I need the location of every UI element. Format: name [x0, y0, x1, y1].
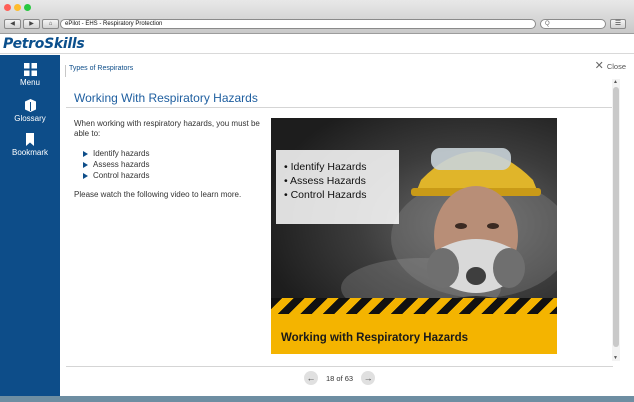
petroskills-logo: PetroSkills — [3, 36, 85, 52]
sidebar: Menu Glossary Bookmark — [0, 55, 60, 396]
lesson-text: When working with respiratory hazards, y… — [74, 119, 264, 200]
sidebar-item-bookmark[interactable]: Bookmark — [0, 133, 60, 157]
close-icon: ✕ — [594, 60, 604, 72]
hazard-list: Identify hazards Assess hazards Control … — [82, 148, 264, 181]
page-title: Working With Respiratory Hazards — [74, 91, 258, 105]
close-label: Close — [606, 61, 626, 71]
content-scrollbar[interactable]: ▲ ▼ — [612, 79, 620, 361]
close-window-button[interactable] — [4, 4, 11, 11]
maximize-window-button[interactable] — [24, 4, 31, 11]
address-bar[interactable]: ePilot - EHS - Respiratory Protection — [60, 19, 536, 29]
list-item: Assess hazards — [82, 159, 264, 170]
previous-page-button[interactable]: ← — [304, 371, 318, 385]
main-content: Types of Respirators ✕ Close Working Wit… — [60, 55, 634, 396]
back-button[interactable]: ◀ — [4, 19, 21, 29]
list-item: Identify hazards — [82, 148, 264, 159]
home-button[interactable]: ⌂ — [42, 19, 59, 29]
window-controls — [4, 4, 31, 11]
overlay-bullet: Identify Hazards — [284, 160, 399, 174]
pager: ← 18 of 63 → — [304, 371, 376, 385]
sidebar-item-label: Bookmark — [11, 148, 48, 157]
browser-nav: ◀ ▶ — [4, 19, 40, 29]
scroll-thumb[interactable] — [613, 87, 619, 347]
outro-text: Please watch the following video to lear… — [74, 190, 242, 199]
bookmark-icon — [26, 133, 34, 146]
scroll-down-icon[interactable]: ▼ — [613, 355, 618, 361]
page-counter: 18 of 63 — [326, 373, 354, 383]
scroll-up-icon[interactable]: ▲ — [613, 79, 618, 85]
sidebar-item-glossary[interactable]: Glossary — [0, 99, 60, 123]
minimize-window-button[interactable] — [14, 4, 21, 11]
breadcrumb[interactable]: Types of Respirators — [65, 65, 133, 77]
video-caption-bar: Working with Respiratory Hazards — [271, 298, 557, 354]
browser-chrome: ◀ ▶ ⌂ ePilot - EHS - Respiratory Protect… — [0, 0, 634, 34]
sidebar-item-menu[interactable]: Menu — [0, 63, 60, 87]
book-icon — [24, 99, 36, 112]
video-overlay-text: Identify Hazards Assess Hazards Control … — [276, 150, 399, 224]
desktop-background — [0, 396, 634, 402]
video-caption: Working with Respiratory Hazards — [281, 332, 469, 344]
overlay-bullet: Assess Hazards — [284, 174, 399, 188]
sidebar-item-label: Glossary — [14, 114, 46, 123]
intro-text: When working with respiratory hazards, y… — [74, 119, 260, 138]
browser-search-input[interactable]: Q — [540, 19, 606, 29]
list-item: Control hazards — [82, 170, 264, 181]
forward-button[interactable]: ▶ — [23, 19, 40, 29]
overlay-bullet: Control Hazards — [284, 188, 399, 202]
next-page-button[interactable]: → — [361, 371, 376, 385]
hazard-stripe — [271, 298, 557, 314]
close-button[interactable]: ✕ Close — [594, 60, 626, 72]
app-window: ◀ ▶ ⌂ ePilot - EHS - Respiratory Protect… — [0, 0, 634, 396]
title-divider — [66, 107, 613, 108]
grid-icon — [23, 63, 37, 76]
browser-menu-icon[interactable]: ☰ — [610, 19, 626, 29]
footer-divider — [66, 366, 613, 367]
video-player[interactable]: Identify Hazards Assess Hazards Control … — [271, 118, 557, 354]
app-header: PetroSkills — [0, 34, 634, 54]
sidebar-item-label: Menu — [19, 78, 40, 87]
